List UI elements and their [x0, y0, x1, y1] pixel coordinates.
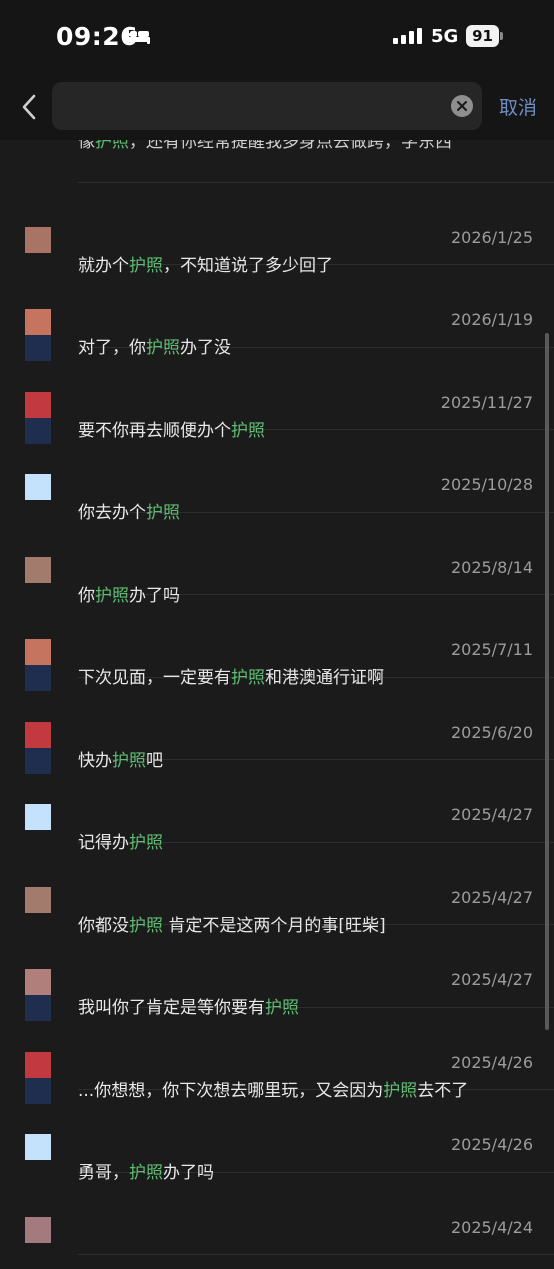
result-content: 2025/7/11 下次见面，一定要有护照和港澳通行证啊 — [78, 595, 554, 688]
result-content: 2025/4/26 ...你想想，你下次想去哪里玩，又会因为护照去不了 — [78, 1008, 554, 1101]
search-input[interactable] — [52, 82, 482, 130]
result-content: 2025/4/27 记得办护照 — [78, 760, 554, 853]
scrollbar[interactable] — [545, 333, 549, 1030]
message-date: 2025/4/27 — [450, 970, 533, 989]
message-date: 2025/7/11 — [450, 640, 533, 659]
battery-icon: 91 — [466, 25, 503, 47]
sleep-focus-icon — [126, 30, 150, 44]
search-result-row[interactable]: 2025/4/27 我叫你了肯定是等你要有护照 — [0, 925, 554, 1021]
result-content: 2025/8/14 你护照办了吗 — [78, 513, 554, 606]
avatar-bottom — [25, 1242, 51, 1269]
avatar-top — [25, 886, 51, 913]
network-type: 5G — [431, 26, 459, 47]
search-result-row[interactable]: 2025/6/20 快办护照吧 — [0, 678, 554, 774]
avatar-top — [25, 474, 51, 500]
message-date: 2026/1/25 — [450, 227, 533, 247]
search-result-row[interactable]: 2025/11/27 要不你再去顺便办个护照 — [0, 348, 554, 444]
result-content: 2026/1/19 对了，你护照办了没 — [78, 265, 554, 358]
search-result-row[interactable]: 2026/1/25 就办个护照，不知道说了多少回了 — [0, 183, 554, 279]
avatar-top — [25, 721, 51, 748]
back-icon[interactable] — [18, 92, 40, 122]
search-result-row[interactable]: 2025/7/11 下次见面，一定要有护照和港澳通行证啊 — [0, 595, 554, 691]
avatar-top — [25, 804, 51, 830]
battery-tip — [500, 32, 503, 40]
avatar-top — [25, 391, 51, 418]
signal-icon — [393, 28, 422, 44]
search-results-list: 像护照，还有你经常提醒我多身点去做跨，学东西 2026/1/25 就办个护照，不知道… — [0, 100, 554, 1269]
avatar-top — [25, 969, 51, 995]
search-result-row[interactable]: 2025/10/28 你去办个护照 — [0, 430, 554, 526]
avatar-top — [25, 639, 51, 665]
avatar-top — [25, 226, 51, 253]
search-result-row[interactable]: 2025/4/27 你都没护照 肯定不是这两个月的事[旺柴] — [0, 843, 554, 939]
avatar-top — [25, 309, 51, 335]
message-date: 2025/4/27 — [450, 805, 533, 824]
result-content: 2026/1/25 就办个护照，不知道说了多少回了 — [78, 183, 554, 276]
search-result-row[interactable]: 2025/4/26 ...你想想，你下次想去哪里玩，又会因为护照去不了 — [0, 1008, 554, 1104]
result-content: 2025/10/28 你去办个护照 — [78, 430, 554, 523]
search-result-row[interactable]: 2025/4/24 — [0, 1173, 554, 1269]
cancel-button[interactable]: 取消 — [499, 93, 537, 120]
message-date: 2025/11/27 — [440, 392, 533, 412]
search-result-row[interactable]: 2025/4/27 记得办护照 — [0, 760, 554, 856]
avatar-top — [25, 1051, 51, 1078]
message-date: 2025/6/20 — [450, 722, 533, 742]
battery-level: 91 — [466, 25, 499, 47]
result-content: 2025/4/24 — [78, 1173, 554, 1255]
result-content: 2025/4/27 我叫你了肯定是等你要有护照 — [78, 925, 554, 1018]
message-date: 2025/10/28 — [440, 475, 533, 494]
avatar-top — [25, 1216, 51, 1243]
search-result-row[interactable]: 2025/8/14 你护照办了吗 — [0, 513, 554, 609]
result-content: 2025/4/26 勇哥，护照办了吗 — [78, 1090, 554, 1183]
message-date: 2025/4/27 — [450, 887, 533, 907]
avatar[interactable] — [25, 1216, 51, 1269]
search-result-row[interactable]: 2025/4/26 勇哥，护照办了吗 — [0, 1090, 554, 1186]
message-date: 2026/1/19 — [450, 310, 533, 329]
avatar-top — [25, 1134, 51, 1160]
message-date: 2025/4/24 — [450, 1217, 533, 1237]
message-date: 2025/4/26 — [450, 1052, 533, 1072]
status-bar: 09:26 5G 91 — [0, 0, 554, 74]
search-result-row[interactable]: 2026/1/19 对了，你护照办了没 — [0, 265, 554, 361]
clear-search-icon[interactable] — [451, 95, 473, 117]
result-content: 2025/6/20 快办护照吧 — [78, 678, 554, 771]
avatar-top — [25, 556, 51, 583]
message-date: 2025/4/26 — [450, 1135, 533, 1154]
message-date: 2025/8/14 — [450, 557, 533, 577]
result-content: 2025/4/27 你都没护照 肯定不是这两个月的事[旺柴] — [78, 843, 554, 936]
result-content: 2025/11/27 要不你再去顺便办个护照 — [78, 348, 554, 441]
